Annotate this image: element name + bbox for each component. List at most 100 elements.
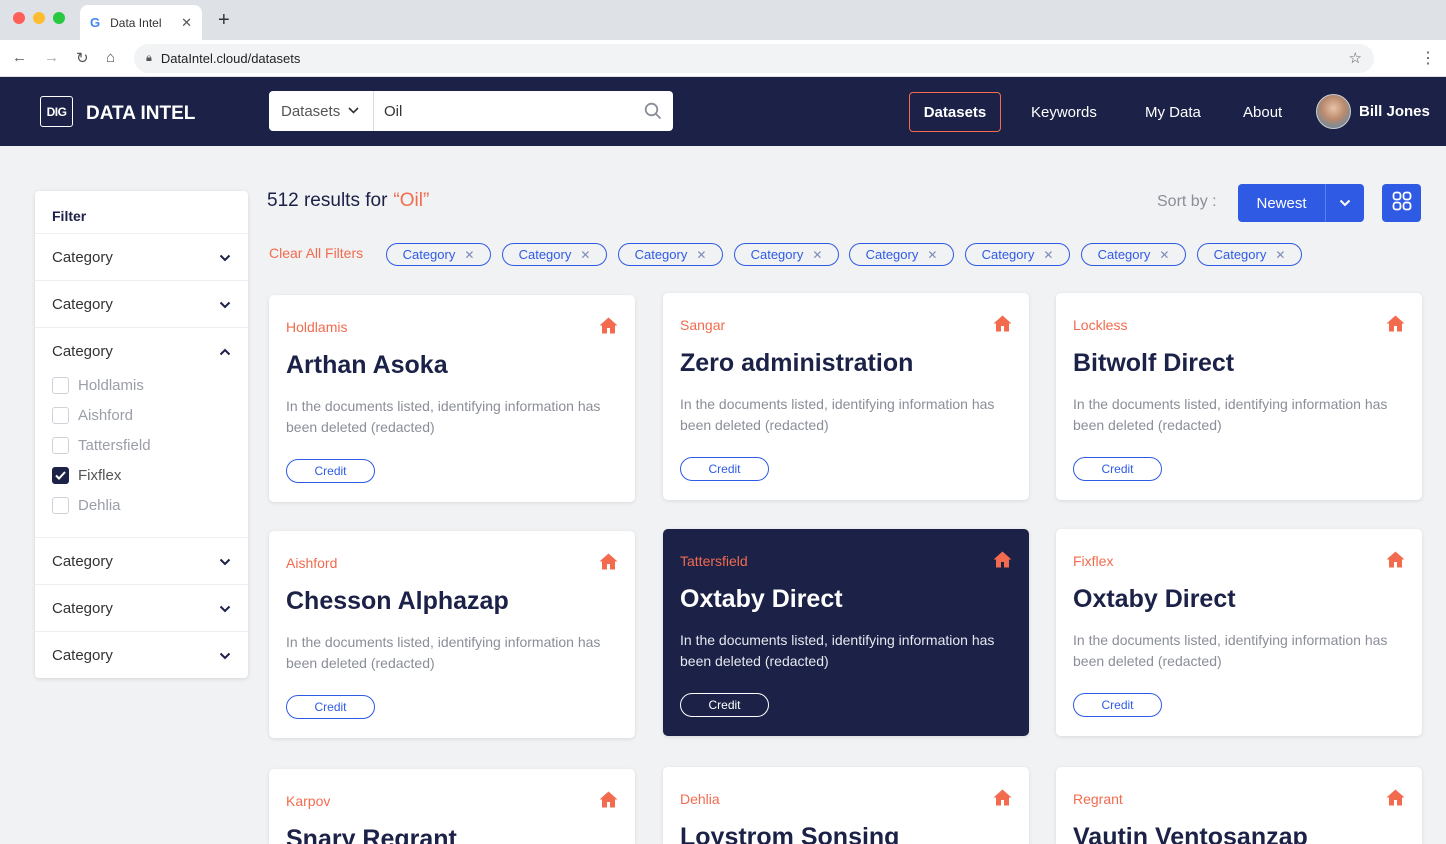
clear-all-filters-link[interactable]: Clear All Filters <box>269 245 363 261</box>
search-icon[interactable] <box>633 102 673 120</box>
filter-chip[interactable]: Category ✕ <box>965 243 1070 266</box>
checkbox[interactable] <box>52 496 69 514</box>
card-title[interactable]: Loystrom Sonsing <box>680 823 899 844</box>
card-company[interactable]: Fixflex <box>1073 553 1113 569</box>
dataset-card-highlighted[interactable]: Tattersfield Oxtaby Direct In the docume… <box>663 529 1029 736</box>
checkbox[interactable] <box>52 436 69 454</box>
user-name[interactable]: Bill Jones <box>1359 103 1430 120</box>
chevron-down-icon[interactable] <box>1326 184 1364 222</box>
filter-group-6[interactable]: Category <box>35 631 248 678</box>
card-title[interactable]: Oxtaby Direct <box>1073 585 1236 614</box>
back-icon[interactable]: ← <box>12 49 27 66</box>
browser-menu-icon[interactable]: ⋮ <box>1420 48 1436 68</box>
credit-button[interactable]: Credit <box>286 695 375 719</box>
filter-option-holdlamis[interactable]: Holdlamis <box>52 375 144 395</box>
checkbox-checked[interactable] <box>52 466 69 484</box>
card-title[interactable]: Bitwolf Direct <box>1073 349 1234 378</box>
dataset-card[interactable]: Dehlia Loystrom Sonsing <box>663 767 1029 844</box>
filter-option-fixflex[interactable]: Fixflex <box>52 465 121 485</box>
reload-icon[interactable]: ↻ <box>76 49 89 67</box>
filter-chip[interactable]: Category ✕ <box>849 243 954 266</box>
nav-keywords[interactable]: Keywords <box>1031 92 1097 132</box>
grid-view-button[interactable] <box>1382 184 1421 222</box>
card-company[interactable]: Holdlamis <box>286 319 347 335</box>
home-icon[interactable] <box>1386 789 1405 811</box>
filter-chip[interactable]: Category ✕ <box>618 243 723 266</box>
star-icon[interactable]: ☆ <box>1349 49 1362 67</box>
filter-option-aishford[interactable]: Aishford <box>52 405 133 425</box>
sort-value[interactable]: Newest <box>1238 184 1326 222</box>
filter-chip[interactable]: Category ✕ <box>502 243 607 266</box>
card-company[interactable]: Lockless <box>1073 317 1127 333</box>
card-title[interactable]: Snary Regrant <box>286 825 457 844</box>
credit-button[interactable]: Credit <box>1073 693 1162 717</box>
dataset-card[interactable]: Holdlamis Arthan Asoka In the documents … <box>269 295 635 502</box>
window-minimize-button[interactable] <box>33 12 45 24</box>
home-icon[interactable] <box>599 791 618 813</box>
card-company[interactable]: Karpov <box>286 793 330 809</box>
card-title[interactable]: Oxtaby Direct <box>680 585 843 614</box>
dataset-card[interactable]: Aishford Chesson Alphazap In the documen… <box>269 531 635 738</box>
dataset-card[interactable]: Sangar Zero administration In the docume… <box>663 293 1029 500</box>
nav-my-data[interactable]: My Data <box>1145 92 1201 132</box>
close-icon[interactable]: ✕ <box>580 248 590 262</box>
filter-group-4[interactable]: Category <box>35 537 248 584</box>
filter-chip[interactable]: Category ✕ <box>1081 243 1186 266</box>
logo-text[interactable]: DATA INTEL <box>86 103 195 125</box>
nav-datasets[interactable]: Datasets <box>909 92 1001 132</box>
home-icon[interactable] <box>1386 315 1405 337</box>
card-company[interactable]: Regrant <box>1073 791 1123 807</box>
credit-button[interactable]: Credit <box>680 693 769 717</box>
dataset-card[interactable]: Lockless Bitwolf Direct In the documents… <box>1056 293 1422 500</box>
close-icon[interactable]: ✕ <box>464 248 474 262</box>
home-icon[interactable] <box>993 551 1012 573</box>
new-tab-icon[interactable]: + <box>218 9 230 32</box>
card-company[interactable]: Dehlia <box>680 791 720 807</box>
card-title[interactable]: Arthan Asoka <box>286 351 448 380</box>
window-maximize-button[interactable] <box>53 12 65 24</box>
home-nav-icon[interactable]: ⌂ <box>106 49 115 66</box>
close-icon[interactable]: ✕ <box>1159 248 1169 262</box>
search-type-select[interactable]: Datasets <box>269 91 374 131</box>
card-title[interactable]: Zero administration <box>680 349 913 378</box>
card-company[interactable]: Tattersfield <box>680 553 748 569</box>
home-icon[interactable] <box>1386 551 1405 573</box>
home-icon[interactable] <box>993 315 1012 337</box>
credit-button[interactable]: Credit <box>1073 457 1162 481</box>
filter-group-3-expanded[interactable]: Category <box>35 327 248 374</box>
tab-close-icon[interactable]: ✕ <box>181 15 192 31</box>
close-icon[interactable]: ✕ <box>812 248 822 262</box>
home-icon[interactable] <box>599 317 618 339</box>
card-title[interactable]: Chesson Alphazap <box>286 587 509 616</box>
nav-about[interactable]: About <box>1243 92 1282 132</box>
filter-option-tattersfield[interactable]: Tattersfield <box>52 435 151 455</box>
url-field[interactable]: 🔒︎ DataIntel.cloud/datasets ☆ <box>134 44 1374 73</box>
forward-icon[interactable]: → <box>44 49 59 66</box>
credit-button[interactable]: Credit <box>680 457 769 481</box>
filter-group-2[interactable]: Category <box>35 280 248 327</box>
credit-button[interactable]: Credit <box>286 459 375 483</box>
filter-group-1[interactable]: Category <box>35 233 248 280</box>
close-icon[interactable]: ✕ <box>1043 248 1053 262</box>
checkbox[interactable] <box>52 376 69 394</box>
card-title[interactable]: Vautin Ventosanzap <box>1073 823 1308 844</box>
close-icon[interactable]: ✕ <box>696 248 706 262</box>
home-icon[interactable] <box>993 789 1012 811</box>
home-icon[interactable] <box>599 553 618 575</box>
avatar[interactable] <box>1316 94 1351 129</box>
close-icon[interactable]: ✕ <box>927 248 937 262</box>
card-company[interactable]: Aishford <box>286 555 337 571</box>
checkbox[interactable] <box>52 406 69 424</box>
filter-group-5[interactable]: Category <box>35 584 248 631</box>
filter-chip[interactable]: Category ✕ <box>386 243 491 266</box>
close-icon[interactable]: ✕ <box>1275 248 1285 262</box>
browser-tab[interactable]: G Data Intel ✕ <box>80 5 202 40</box>
dataset-card[interactable]: Fixflex Oxtaby Direct In the documents l… <box>1056 529 1422 736</box>
search-input[interactable] <box>374 91 633 131</box>
window-close-button[interactable] <box>13 12 25 24</box>
filter-chip[interactable]: Category ✕ <box>734 243 839 266</box>
filter-chip[interactable]: Category ✕ <box>1197 243 1302 266</box>
filter-option-dehlia[interactable]: Dehlia <box>52 495 121 515</box>
sort-dropdown[interactable]: Newest <box>1238 184 1364 222</box>
card-company[interactable]: Sangar <box>680 317 725 333</box>
